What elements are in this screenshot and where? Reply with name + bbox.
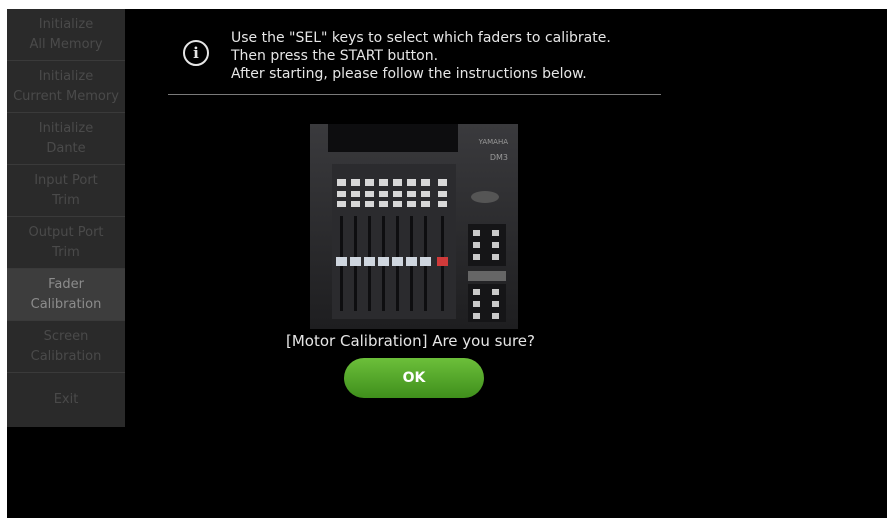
sidebar-item-label: Screen Calibration xyxy=(30,328,102,364)
sidebar-item-label: Initialize Current Memory xyxy=(13,68,119,104)
sidebar-item-initialize-current-memory[interactable]: Initialize Current Memory xyxy=(7,61,125,113)
sidebar-item-output-port-trim[interactable]: Output Port Trim xyxy=(7,217,125,269)
instruction-line: Then press the START button. xyxy=(231,48,439,64)
mixer-console-illustration: YAMAHA DM3 xyxy=(310,124,518,329)
sidebar-item-label: Initialize All Memory xyxy=(29,16,103,52)
sidebar-item-label: Fader Calibration xyxy=(30,276,102,312)
sidebar-menu: Initialize All Memory Initialize Current… xyxy=(7,9,125,427)
sidebar-item-label: Exit xyxy=(53,392,79,407)
confirmation-question: [Motor Calibration] Are you sure? xyxy=(286,332,535,350)
instruction-message: Use the "SEL" keys to select which fader… xyxy=(231,29,611,83)
sidebar-item-label: Input Port Trim xyxy=(34,172,98,208)
sidebar-item-initialize-all-memory[interactable]: Initialize All Memory xyxy=(7,9,125,61)
sidebar-item-initialize-dante[interactable]: Initialize Dante xyxy=(7,113,125,165)
sidebar-item-exit[interactable]: Exit xyxy=(7,373,125,427)
instruction-line: After starting, please follow the instru… xyxy=(231,66,587,82)
info-icon: i xyxy=(183,40,209,66)
model-label: DM3 xyxy=(490,153,508,162)
instruction-line: Use the "SEL" keys to select which fader… xyxy=(231,30,611,46)
divider xyxy=(168,94,661,95)
calibration-screen: Initialize All Memory Initialize Current… xyxy=(7,9,887,518)
sidebar-item-label: Initialize Dante xyxy=(38,120,94,156)
sidebar-item-label: Output Port Trim xyxy=(28,224,104,260)
sidebar-item-fader-calibration[interactable]: Fader Calibration xyxy=(7,269,125,321)
sidebar-item-screen-calibration[interactable]: Screen Calibration xyxy=(7,321,125,373)
sidebar-item-input-port-trim[interactable]: Input Port Trim xyxy=(7,165,125,217)
console-image: YAMAHA DM3 xyxy=(310,124,518,329)
brand-label: YAMAHA xyxy=(478,138,509,146)
ok-button[interactable]: OK xyxy=(344,358,484,398)
